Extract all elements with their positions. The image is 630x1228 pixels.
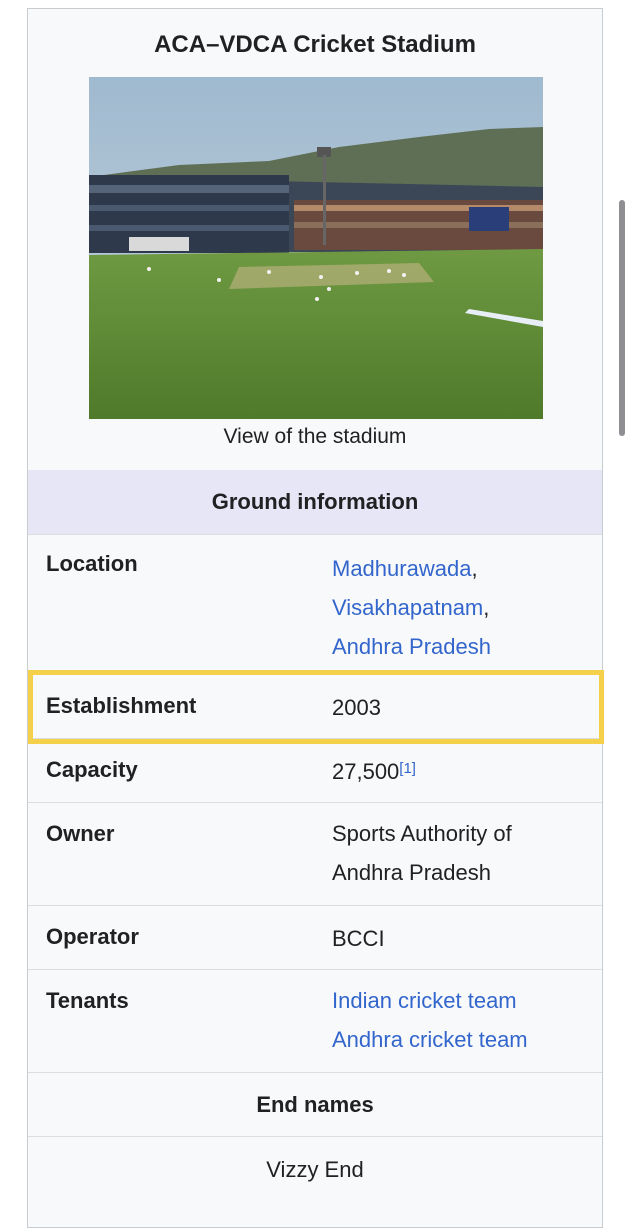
capacity-number: 27,500 [332, 759, 400, 784]
tenants-value: Indian cricket team Andhra cricket team [332, 981, 528, 1059]
location-separator: , [483, 595, 490, 620]
row-establishment: Establishment 2003 [28, 674, 602, 739]
link-visakhapatnam[interactable]: Visakhapatnam [332, 595, 483, 620]
row-end-name: Vizzy End [28, 1136, 602, 1227]
location-separator: , [471, 556, 478, 581]
infobox-title: ACA–VDCA Cricket Stadium [154, 31, 476, 58]
row-end-names-header: End names [28, 1072, 602, 1137]
establishment-value: 2003 [332, 695, 381, 720]
capacity-label: Capacity [46, 757, 138, 782]
owner-line: Sports Authority of [332, 821, 512, 846]
row-capacity: Capacity 27,500[1] [28, 738, 602, 803]
row-owner: Owner Sports Authority of Andhra Pradesh [28, 802, 602, 906]
capacity-value: 27,500[1] [332, 752, 416, 791]
row-tenants: Tenants Indian cricket team Andhra crick… [28, 969, 602, 1073]
location-value: Madhurawada, Visakhapatnam, Andhra Prade… [332, 549, 491, 666]
link-andhra-cricket-team[interactable]: Andhra cricket team [332, 1020, 528, 1059]
operator-label: Operator [46, 924, 139, 949]
image-caption: View of the stadium [223, 425, 407, 448]
link-madhurawada[interactable]: Madhurawada [332, 556, 471, 581]
ground-information-header: Ground information [28, 470, 602, 534]
reference-link[interactable]: [1] [399, 760, 416, 777]
end-names-header: End names [28, 1073, 602, 1137]
end-name-vizzy: Vizzy End [266, 1157, 364, 1182]
owner-label: Owner [46, 821, 115, 846]
scrollbar[interactable] [619, 200, 625, 436]
infobox: ACA–VDCA Cricket Stadium View of the sta… [27, 8, 603, 1228]
tenants-label: Tenants [46, 988, 129, 1013]
owner-value: Sports Authority of Andhra Pradesh [332, 814, 512, 892]
owner-line: Andhra Pradesh [332, 860, 491, 885]
location-label: Location [46, 551, 138, 576]
establishment-label: Establishment [46, 693, 197, 718]
link-indian-cricket-team[interactable]: Indian cricket team [332, 981, 528, 1020]
row-operator: Operator BCCI [28, 905, 602, 970]
stadium-photo-image [89, 77, 543, 419]
link-andhra-pradesh[interactable]: Andhra Pradesh [332, 634, 491, 659]
stadium-photo[interactable] [89, 77, 543, 419]
operator-value: BCCI [332, 926, 385, 951]
row-location: Location Madhurawada, Visakhapatnam, And… [28, 534, 602, 663]
